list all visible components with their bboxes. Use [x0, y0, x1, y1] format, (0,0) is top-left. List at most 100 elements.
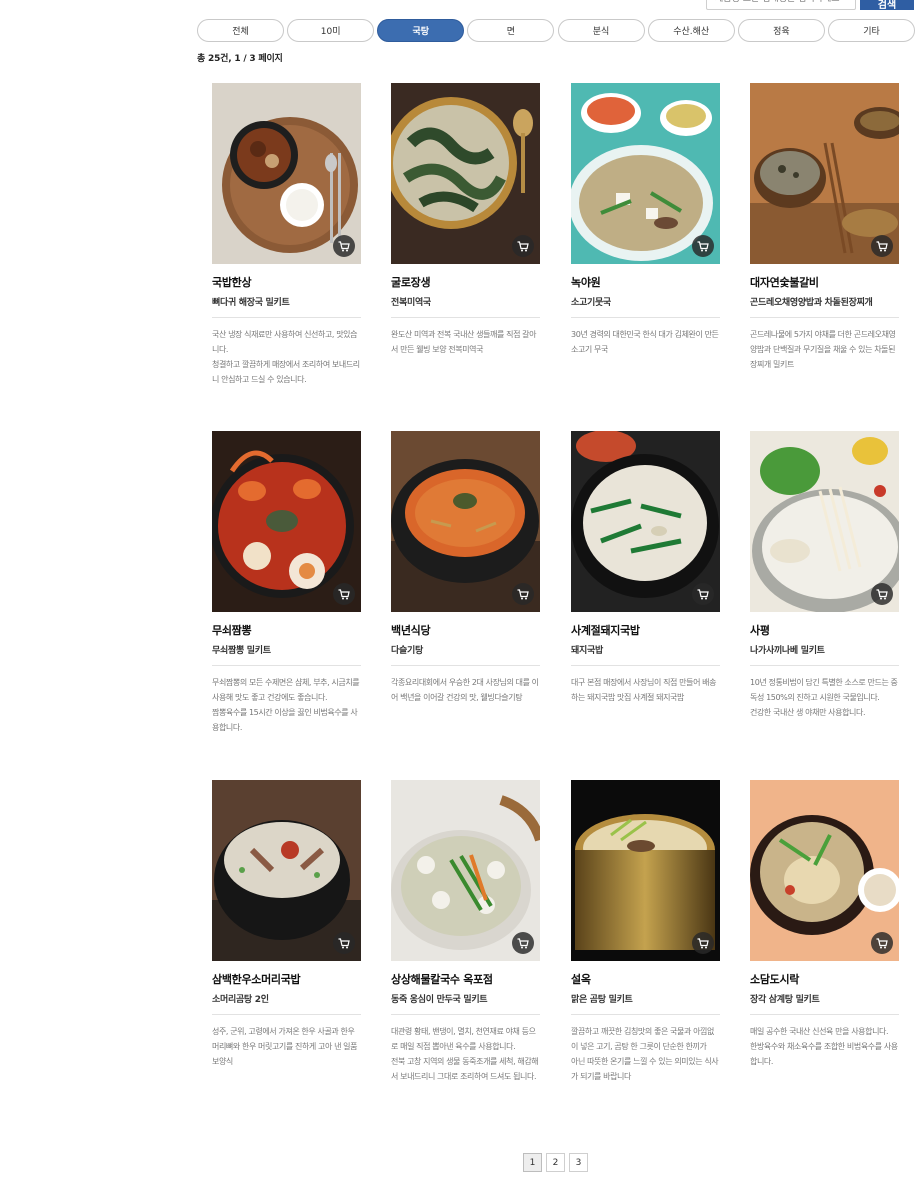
- divider: [212, 317, 361, 318]
- add-to-cart-button[interactable]: [512, 235, 534, 257]
- add-to-cart-button[interactable]: [871, 932, 893, 954]
- product-description: 완도산 미역과 전복 국내산 생들깨를 직접 갈아서 만든 웰빙 보양 전복미역…: [391, 330, 537, 354]
- product-card[interactable]: 대자연숯불갈비 곤드레오채영양밥과 차돌된장찌개 곤드레나물에 5가지 야채를 …: [750, 83, 899, 372]
- product-name: 맑은 곰탕 밀키트: [571, 995, 633, 1005]
- product-description: 곤드레나물에 5가지 야채를 더한 곤드레오채영양밥과 단백질과 무기질을 채울…: [750, 330, 896, 369]
- cart-icon: [876, 937, 888, 948]
- cart-icon: [697, 240, 709, 251]
- store-name: 무쇠짬뽕: [212, 624, 252, 637]
- add-to-cart-button[interactable]: [512, 583, 534, 605]
- add-to-cart-button[interactable]: [692, 235, 714, 257]
- tab-noodle[interactable]: 면: [467, 19, 555, 42]
- product-image[interactable]: [212, 83, 361, 264]
- divider: [571, 665, 720, 666]
- product-image[interactable]: [391, 83, 540, 264]
- product-image[interactable]: [571, 83, 720, 264]
- store-name: 설옥: [571, 973, 591, 986]
- product-card[interactable]: 설옥 맑은 곰탕 밀키트 깔끔하고 깨끗한 김칭맛의 좋은 국물과 아낌없이 넣…: [571, 780, 720, 1084]
- add-to-cart-button[interactable]: [692, 583, 714, 605]
- product-name: 장각 삼계탕 밀키트: [750, 995, 820, 1005]
- product-card[interactable]: 백년식당 다슬기탕 각종요리대회에서 우승한 2대 사장님의 대를 이어 백년을…: [391, 431, 540, 705]
- divider: [571, 317, 720, 318]
- add-to-cart-button[interactable]: [871, 235, 893, 257]
- page-3-button[interactable]: 3: [569, 1153, 588, 1172]
- page-2-button[interactable]: 2: [546, 1153, 565, 1172]
- divider: [212, 665, 361, 666]
- product-card[interactable]: 삼백한우소머리국밥 소머리곰탕 2인 성주, 군위, 고령에서 가져온 한우 사…: [212, 780, 361, 1069]
- cart-icon: [876, 240, 888, 251]
- pagination: 1 2 3: [523, 1153, 588, 1172]
- product-name: 돼지국밥: [571, 646, 603, 656]
- store-name: 대자연숯불갈비: [750, 276, 819, 289]
- tab-soup[interactable]: 국탕: [377, 19, 465, 42]
- product-name: 동죽 옹심이 만두국 밀키트: [391, 995, 488, 1005]
- product-description: 성주, 군위, 고령에서 가져온 한우 사골과 한우 머리뼈와 한우 머릿고기를…: [212, 1027, 358, 1066]
- store-name: 굴로장생: [391, 276, 431, 289]
- product-image[interactable]: [212, 431, 361, 612]
- cart-icon: [876, 588, 888, 599]
- add-to-cart-button[interactable]: [871, 583, 893, 605]
- divider: [212, 1014, 361, 1015]
- tab-10mi[interactable]: 10미: [287, 19, 375, 42]
- cart-icon: [697, 937, 709, 948]
- product-card[interactable]: 굴로장생 전복미역국 완도산 미역과 전복 국내산 생들깨를 직접 갈아서 만든…: [391, 83, 540, 357]
- product-card[interactable]: 사계절돼지국밥 돼지국밥 대구 본점 매장에서 사장님이 직접 만들어 배송하는…: [571, 431, 720, 705]
- add-to-cart-button[interactable]: [333, 583, 355, 605]
- product-image[interactable]: [391, 780, 540, 961]
- product-name: 전복미역국: [391, 298, 431, 308]
- product-description: 10년 정통비법이 담긴 특별한 소스로 만드는 중독성 150%의 진하고 시…: [750, 678, 898, 717]
- product-card[interactable]: 무쇠짬뽕 무쇠짬뽕 밀키트 무쇠짬뽕의 모든 수제면은 샴체, 부추, 시금치를…: [212, 431, 361, 735]
- store-name: 백년식당: [391, 624, 431, 637]
- product-description: 30년 경력의 대한민국 한식 대가 김체완이 만든 소고기 무국: [571, 330, 719, 354]
- product-image[interactable]: [571, 431, 720, 612]
- product-card[interactable]: 국밥한상 뼈다귀 해장국 밀키트 국산 냉장 식재료만 사용하여 신선하고, 맛…: [212, 83, 361, 387]
- product-card[interactable]: 상상해물칼국수 옥포점 동죽 옹심이 만두국 밀키트 대관령 황태, 밴댕이, …: [391, 780, 540, 1084]
- add-to-cart-button[interactable]: [333, 235, 355, 257]
- divider: [391, 665, 540, 666]
- product-image[interactable]: [571, 780, 720, 961]
- product-card[interactable]: 소담도시락 장각 삼계탕 밀키트 매일 공수한 국내산 신선육 만을 사용합니다…: [750, 780, 899, 1069]
- cart-icon: [517, 588, 529, 599]
- tab-meat[interactable]: 정육: [737, 19, 825, 42]
- product-description: 무쇠짬뽕의 모든 수제면은 샴체, 부추, 시금치를 사용해 맛도 좋고 건강에…: [212, 678, 360, 732]
- store-name: 사계절돼지국밥: [571, 624, 640, 637]
- add-to-cart-button[interactable]: [333, 932, 355, 954]
- cart-icon: [697, 588, 709, 599]
- product-card[interactable]: 사평 나가사끼나베 밀키트 10년 정통비법이 담긴 특별한 소스로 만드는 중…: [750, 431, 899, 720]
- search-button[interactable]: 검색: [860, 0, 914, 11]
- search-input[interactable]: [706, 0, 856, 10]
- tab-etc[interactable]: 기타: [827, 19, 915, 42]
- product-card[interactable]: 녹야원 소고기뭇국 30년 경력의 대한민국 한식 대가 김체완이 만든 소고기…: [571, 83, 720, 357]
- add-to-cart-button[interactable]: [692, 932, 714, 954]
- divider: [750, 317, 899, 318]
- product-name: 뼈다귀 해장국 밀키트: [212, 298, 290, 308]
- divider: [750, 1014, 899, 1015]
- product-image[interactable]: [391, 431, 540, 612]
- product-description: 대구 본점 매장에서 사장님이 직접 만들어 배송하는 돼지국밥 맛집 사계절 …: [571, 678, 717, 702]
- product-description: 대관령 황태, 밴댕이, 멸치, 천연재료 야채 등으로 매일 직접 뽑아낸 육…: [391, 1027, 539, 1081]
- product-description: 국산 냉장 식재료만 사용하여 신선하고, 맛있습니다. 청결하고 깔끔하게 매…: [212, 330, 360, 384]
- product-name: 소고기뭇국: [571, 298, 611, 308]
- tab-seafood[interactable]: 수산.해산: [647, 19, 735, 42]
- page-1-button[interactable]: 1: [523, 1153, 542, 1172]
- product-name: 곤드레오채영양밥과 차돌된장찌개: [750, 298, 873, 308]
- product-image[interactable]: [750, 83, 899, 264]
- divider: [391, 317, 540, 318]
- product-image[interactable]: [750, 431, 899, 612]
- divider: [391, 1014, 540, 1015]
- product-image[interactable]: [750, 780, 899, 961]
- search-bar: 검색: [706, 0, 914, 11]
- product-name: 나가사끼나베 밀키트: [750, 646, 825, 656]
- product-name: 다슬기탕: [391, 646, 423, 656]
- add-to-cart-button[interactable]: [512, 932, 534, 954]
- tab-all[interactable]: 전체: [197, 19, 284, 42]
- tab-snack[interactable]: 분식: [557, 19, 645, 42]
- divider: [750, 665, 899, 666]
- store-name: 소담도시락: [750, 973, 800, 986]
- store-name: 사평: [750, 624, 770, 637]
- product-description: 각종요리대회에서 우승한 2대 사장님의 대를 이어 백년을 이어갈 건강의 맛…: [391, 678, 539, 702]
- store-name: 녹야원: [571, 276, 601, 289]
- product-image[interactable]: [212, 780, 361, 961]
- product-name: 무쇠짬뽕 밀키트: [212, 646, 271, 656]
- store-name: 삼백한우소머리국밥: [212, 973, 301, 986]
